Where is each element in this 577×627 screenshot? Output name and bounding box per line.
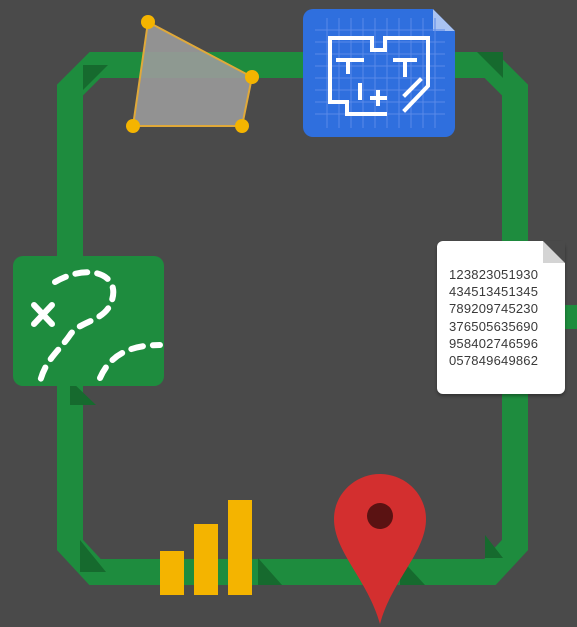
number-row: 057849649862 <box>449 353 539 369</box>
treasure-map-icon <box>13 256 164 386</box>
number-row: 123823051930 <box>449 267 539 282</box>
data-table-document-icon: 123823051930 434513451345 789209745230 3… <box>437 241 565 394</box>
number-row: 789209745230 <box>449 301 539 317</box>
bar-chart-icon <box>160 500 252 595</box>
floor-plan-document-icon <box>303 9 455 137</box>
number-rows: 123823051930 434513451345 789209745230 3… <box>449 266 538 369</box>
number-row: 958402746596 <box>449 335 539 351</box>
number-row: 434513451345 <box>449 284 539 300</box>
map-pin-icon <box>334 474 426 624</box>
polygon-shape-icon <box>126 15 259 133</box>
number-row: 376505635690 <box>449 318 539 334</box>
